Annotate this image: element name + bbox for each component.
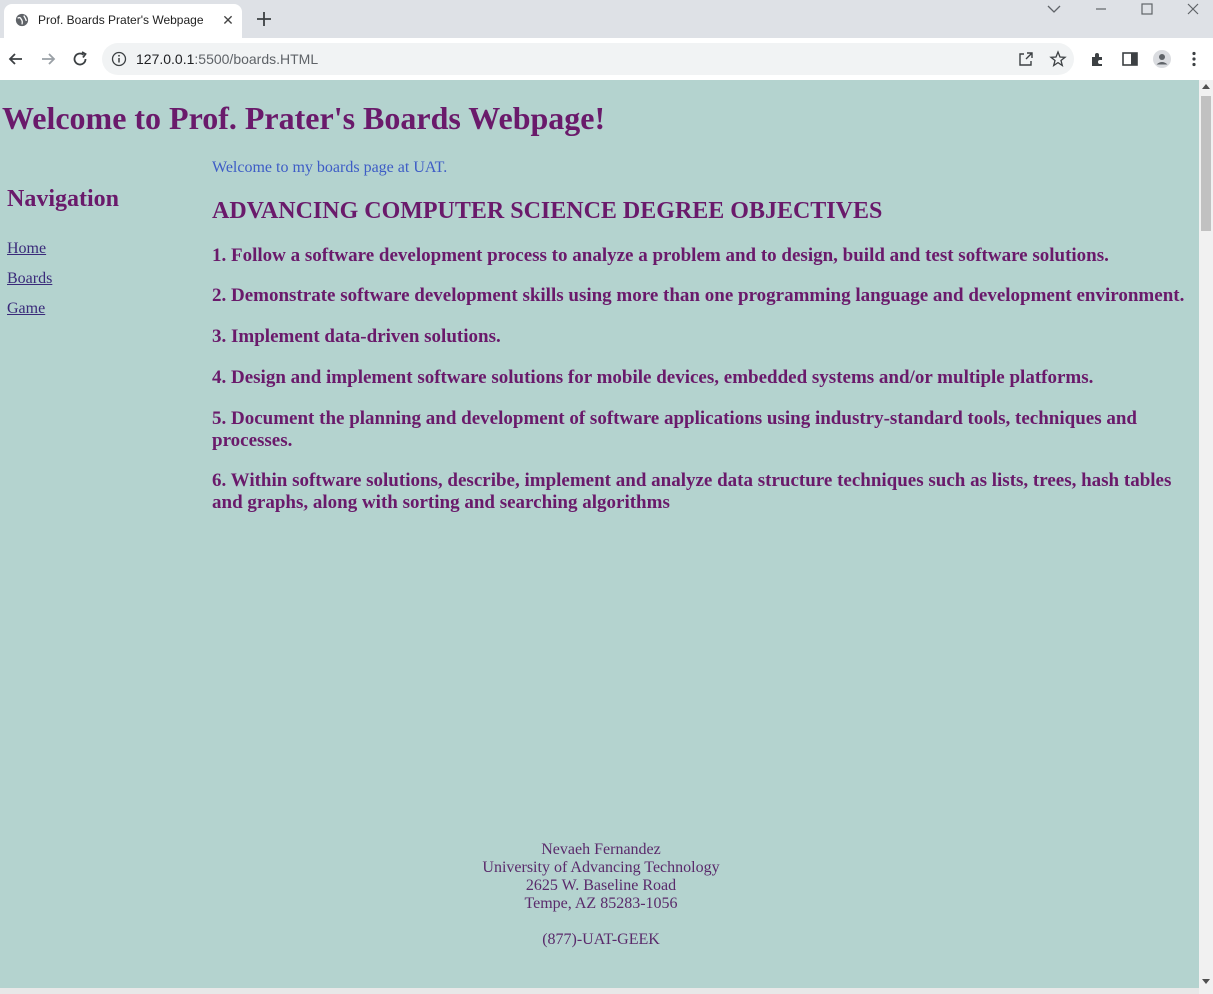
new-tab-icon[interactable] <box>254 9 274 29</box>
bookmark-star-icon[interactable] <box>1049 50 1067 68</box>
extensions-icon[interactable] <box>1088 49 1108 69</box>
objective-item: 2. Demonstrate software development skil… <box>212 285 1185 306</box>
url-text: 127.0.0.1:5500/boards.HTML <box>136 51 318 67</box>
tab-search-icon[interactable] <box>1034 0 1074 20</box>
nav-link-boards[interactable]: Boards <box>7 270 52 288</box>
side-panel-icon[interactable] <box>1120 49 1140 69</box>
footer-phone: (877)-UAT-GEEK <box>542 931 660 948</box>
navigation-title: Navigation <box>7 186 120 212</box>
objective-item: 5. Document the planning and development… <box>212 408 1137 451</box>
close-window-icon[interactable] <box>1173 0 1213 20</box>
globe-icon <box>15 13 29 27</box>
scroll-up-arrow-icon[interactable] <box>1202 84 1210 89</box>
tab-title: Prof. Boards Prater's Webpage <box>38 13 204 27</box>
vertical-scrollbar[interactable] <box>1199 80 1213 994</box>
address-bar[interactable]: 127.0.0.1:5500/boards.HTML <box>102 43 1074 75</box>
browser-toolbar: 127.0.0.1:5500/boards.HTML <box>0 38 1213 81</box>
nav-link-home[interactable]: Home <box>7 240 46 258</box>
objective-item: 6. Within software solutions, describe, … <box>212 470 1172 513</box>
scroll-down-arrow-icon[interactable] <box>1202 979 1210 984</box>
reload-icon[interactable] <box>70 49 90 69</box>
objective-item: 4. Design and implement software solutio… <box>212 367 1094 388</box>
close-tab-icon[interactable]: ✕ <box>220 12 236 28</box>
url-host: 127.0.0.1 <box>136 51 195 67</box>
footer-spacer <box>300 913 902 931</box>
share-icon[interactable] <box>1017 50 1035 68</box>
menu-kebab-icon[interactable] <box>1184 49 1204 69</box>
footer-school: University of Advancing Technology <box>482 859 720 876</box>
site-info-icon[interactable] <box>111 51 127 67</box>
nav-link-game[interactable]: Game <box>7 300 45 318</box>
minimize-icon[interactable] <box>1081 0 1121 20</box>
browser-tab-strip: Prof. Boards Prater's Webpage ✕ <box>0 0 1213 38</box>
forward-icon[interactable] <box>38 49 58 69</box>
footer-name: Nevaeh Fernandez <box>541 841 661 858</box>
page-heading: Welcome to Prof. Prater's Boards Webpage… <box>2 100 606 136</box>
footer-address: Nevaeh Fernandez University of Advancing… <box>300 841 902 949</box>
maximize-icon[interactable] <box>1127 0 1167 20</box>
footer-city: Tempe, AZ 85283-1056 <box>524 895 678 912</box>
intro-text: Welcome to my boards page at UAT. <box>212 159 448 176</box>
objective-item: 1. Follow a software development process… <box>212 245 1109 266</box>
bottom-edge-strip <box>0 988 1199 994</box>
page-viewport: Welcome to Prof. Prater's Boards Webpage… <box>0 80 1199 994</box>
back-icon[interactable] <box>6 49 26 69</box>
footer-street: 2625 W. Baseline Road <box>525 877 677 894</box>
url-path: :5500/boards.HTML <box>194 51 319 67</box>
browser-tab[interactable]: Prof. Boards Prater's Webpage ✕ <box>4 4 242 38</box>
profile-avatar-icon[interactable] <box>1152 49 1172 69</box>
objective-item: 3. Implement data-driven solutions. <box>212 326 501 347</box>
scrollbar-thumb[interactable] <box>1201 96 1211 231</box>
objectives-title: ADVANCING COMPUTER SCIENCE DEGREE OBJECT… <box>212 198 883 224</box>
